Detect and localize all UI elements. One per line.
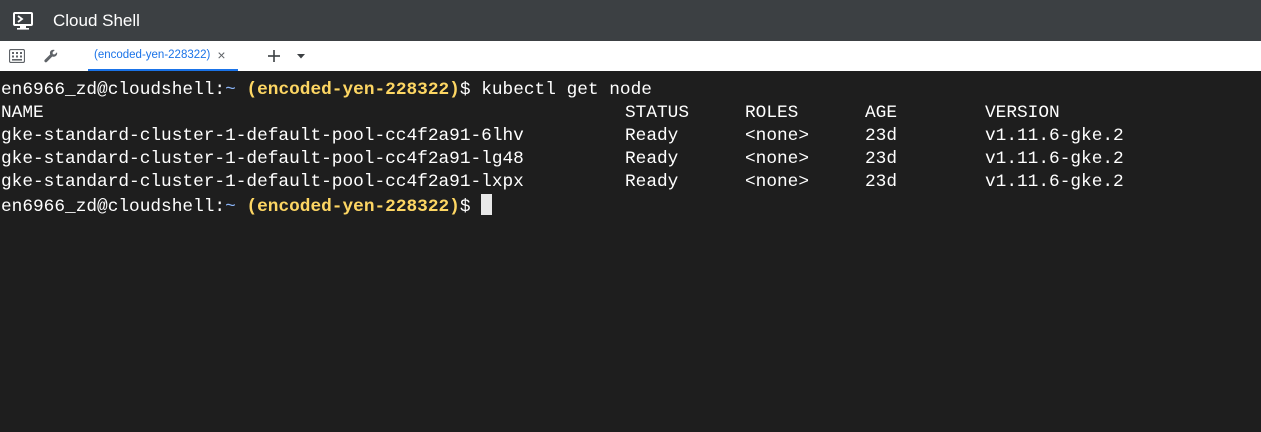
- node-age: 23d: [865, 126, 898, 146]
- prompt-path: ~: [225, 80, 236, 100]
- node-roles: <none>: [745, 149, 810, 169]
- keyboard-icon[interactable]: [6, 45, 28, 67]
- header-status: STATUS: [625, 103, 690, 123]
- window-title: Cloud Shell: [53, 10, 140, 30]
- prompt-path: ~: [225, 197, 236, 217]
- title-bar: Cloud Shell: [0, 0, 1261, 41]
- node-status: Ready: [625, 172, 679, 192]
- header-name: NAME: [1, 103, 44, 123]
- tab-encoded-yen-228322[interactable]: (encoded-yen-228322) ×: [88, 41, 238, 71]
- node-version: v1.11.6-gke.2: [985, 126, 1124, 146]
- header-age: AGE: [865, 103, 898, 123]
- node-age: 23d: [865, 149, 898, 169]
- prompt-user-host: en6966_zd@cloudshell:: [1, 80, 226, 100]
- header-roles: ROLES: [745, 103, 799, 123]
- node-version: v1.11.6-gke.2: [985, 149, 1124, 169]
- wrench-icon[interactable]: [40, 45, 62, 67]
- prompt-symbol: $: [459, 197, 471, 217]
- command-text: kubectl get node: [481, 80, 652, 100]
- terminal[interactable]: en6966_zd@cloudshell:~ (encoded-yen-2283…: [0, 71, 1261, 432]
- table-row: gke-standard-cluster-1-default-pool-cc4f…: [1, 148, 1261, 171]
- caret-down-icon[interactable]: [293, 45, 309, 67]
- header-version: VERSION: [985, 103, 1060, 123]
- table-row: gke-standard-cluster-1-default-pool-cc4f…: [1, 171, 1261, 194]
- node-name: gke-standard-cluster-1-default-pool-cc4f…: [1, 172, 524, 192]
- tab-label: (encoded-yen-228322): [94, 49, 211, 61]
- cloud-shell-terminal-icon: [13, 11, 33, 30]
- plus-icon[interactable]: [264, 45, 284, 67]
- node-status: Ready: [625, 126, 679, 146]
- node-status: Ready: [625, 149, 679, 169]
- prompt-user-host: en6966_zd@cloudshell:: [1, 197, 226, 217]
- tab-bar: (encoded-yen-228322) ×: [0, 41, 1261, 71]
- prompt-line: en6966_zd@cloudshell:~ (encoded-yen-2283…: [1, 194, 1261, 217]
- prompt-project: (encoded-yen-228322): [246, 80, 460, 100]
- node-version: v1.11.6-gke.2: [985, 172, 1124, 192]
- node-age: 23d: [865, 172, 898, 192]
- node-roles: <none>: [745, 126, 810, 146]
- table-header: NAME STATUS ROLES AGE VERSION: [1, 102, 1261, 125]
- node-name: gke-standard-cluster-1-default-pool-cc4f…: [1, 126, 524, 146]
- node-roles: <none>: [745, 172, 810, 192]
- prompt-symbol: $: [459, 80, 471, 100]
- node-name: gke-standard-cluster-1-default-pool-cc4f…: [1, 149, 524, 169]
- tab-close-icon[interactable]: ×: [217, 48, 225, 62]
- table-row: gke-standard-cluster-1-default-pool-cc4f…: [1, 125, 1261, 148]
- prompt-line: en6966_zd@cloudshell:~ (encoded-yen-2283…: [1, 79, 1261, 102]
- prompt-project: (encoded-yen-228322): [246, 197, 460, 217]
- terminal-cursor[interactable]: [481, 194, 493, 215]
